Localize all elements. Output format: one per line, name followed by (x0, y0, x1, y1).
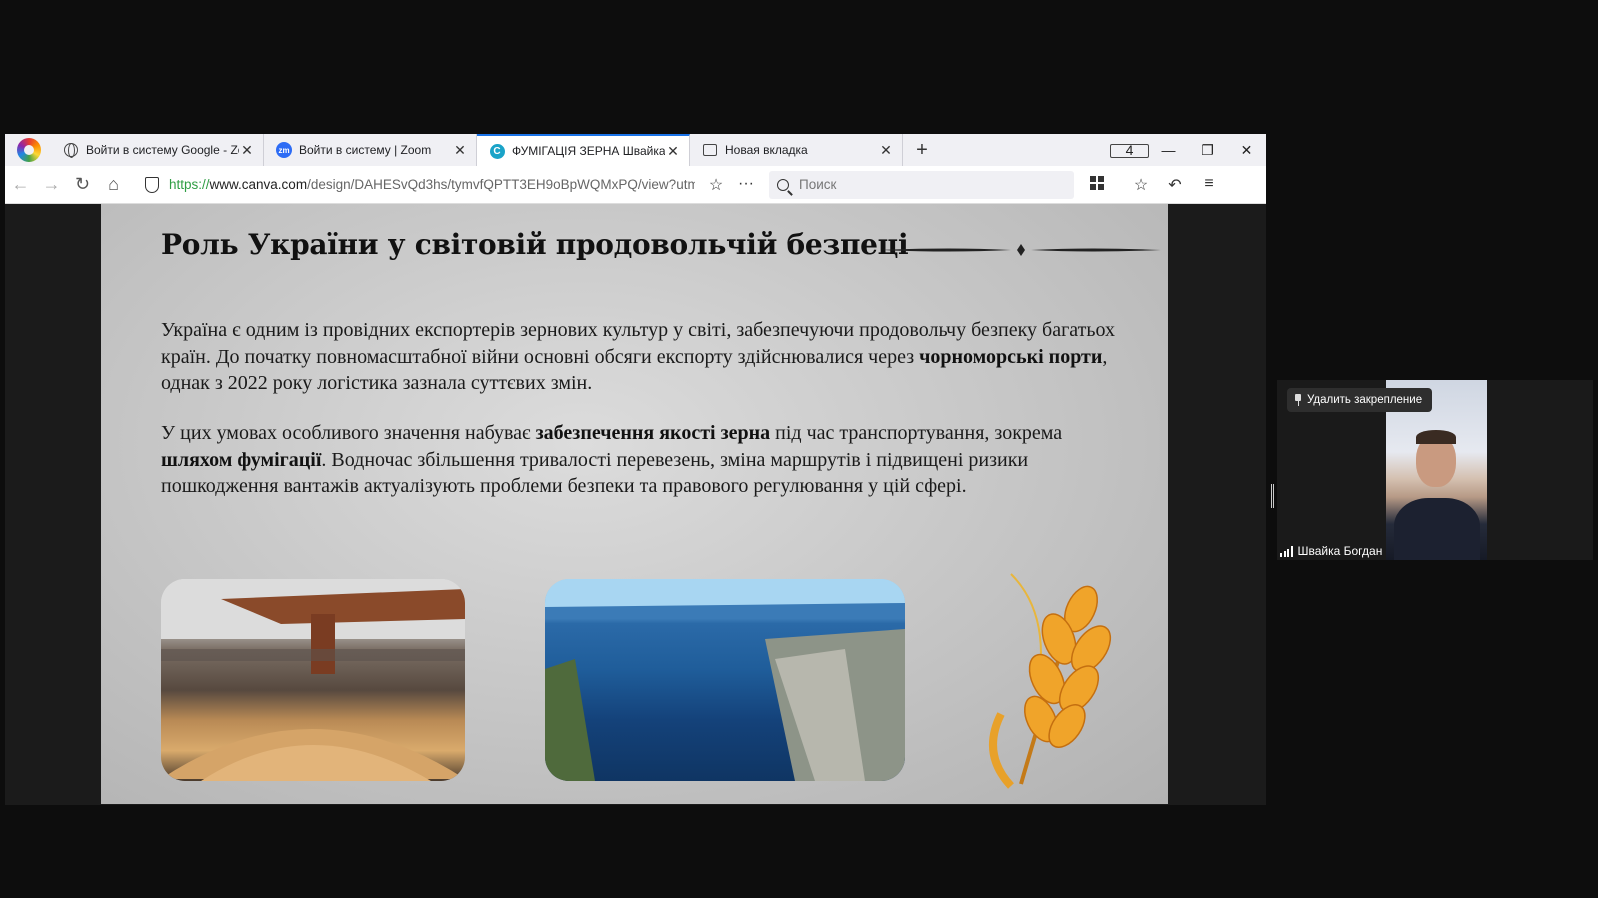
tab-counter-button[interactable]: 4 (1110, 142, 1149, 158)
bold-black-sea-ports: чорноморські порти (919, 345, 1103, 368)
tab-new-tab[interactable]: Новая вкладка ✕ (690, 134, 903, 166)
participant-name: Швайка Богдан (1297, 544, 1383, 558)
address-bar[interactable]: https://www.canva.com/design/DAHESvQd3hs… (139, 171, 761, 199)
search-input[interactable] (799, 177, 1059, 192)
tab-google-zoom-login[interactable]: Войти в систему Google - Zoom ✕ (51, 134, 264, 166)
tab-count: 4 (1110, 143, 1149, 158)
close-window-button[interactable]: ✕ (1227, 142, 1266, 159)
tab-bar: Войти в систему Google - Zoom ✕ zm Войти… (5, 134, 1266, 166)
tab-title: Войти в систему Google - Zoom (86, 143, 239, 157)
signal-strength-icon (1280, 545, 1293, 557)
pin-icon (1294, 394, 1302, 406)
tab-title: Войти в систему | Zoom (299, 143, 432, 157)
close-icon[interactable]: ✕ (239, 142, 255, 159)
new-tab-button[interactable]: + (907, 139, 937, 162)
slide-paragraph-1: Україна є одним із провідних експортерів… (161, 319, 1116, 394)
zoom-icon: zm (276, 142, 292, 158)
bookmark-star-icon[interactable]: ☆ (701, 175, 731, 195)
search-icon (777, 178, 789, 191)
video-person-body (1394, 498, 1480, 560)
toolbar-buttons: ☆ ↶ ≡ (1090, 175, 1226, 195)
tab-title: ФУМІГАЦІЯ ЗЕРНА Швайка Богдан (512, 144, 665, 158)
close-icon[interactable]: ✕ (452, 142, 468, 159)
slide-paragraph-2: У цих умовах особливого значення набуває… (161, 422, 1063, 497)
undo-icon[interactable]: ↶ (1158, 175, 1192, 195)
bold-fumigation: шляхом фумігації (161, 448, 322, 471)
shield-icon[interactable] (145, 176, 159, 193)
slide-title: Роль України у світовій продовольчій без… (161, 228, 909, 261)
close-icon[interactable]: ✕ (878, 142, 894, 159)
bold-grain-quality: забезпечення якості зерна (535, 422, 771, 444)
tab-canva-fumigation[interactable]: C ФУМІГАЦІЯ ЗЕРНА Швайка Богдан ✕ (477, 134, 690, 166)
panel-resize-handle[interactable] (1271, 484, 1274, 508)
menu-icon[interactable]: ≡ (1192, 175, 1226, 195)
unpin-label: Удалить закрепление (1307, 394, 1423, 406)
video-person-hair (1416, 430, 1456, 444)
favorites-icon[interactable]: ☆ (1124, 175, 1158, 195)
more-actions-icon[interactable]: ··· (731, 175, 761, 195)
apps-grid-icon[interactable] (1090, 175, 1124, 195)
navigation-bar: ← → ↻ ⌂ https://www.canva.com/design/DAH… (5, 166, 1266, 204)
tab-zoom-login[interactable]: zm Войти в систему | Zoom ✕ (264, 134, 477, 166)
zoom-participant-panel: Удалить закрепление Швайка Богдан (1277, 380, 1593, 560)
unpin-button[interactable]: Удалить закрепление (1287, 388, 1433, 412)
search-field[interactable] (769, 170, 1074, 199)
back-button[interactable]: ← (5, 174, 36, 195)
participant-name-label: Швайка Богдан (1280, 544, 1382, 558)
grain-loading-photo (161, 579, 465, 781)
forward-button[interactable]: → (36, 174, 67, 195)
restore-button[interactable]: ❐ (1188, 142, 1227, 159)
sea-port-photo (545, 579, 905, 781)
url-text[interactable]: https://www.canva.com/design/DAHESvQd3hs… (169, 177, 695, 192)
newtab-icon (702, 142, 718, 158)
canva-icon: C (489, 143, 505, 159)
close-icon[interactable]: ✕ (665, 143, 681, 160)
reload-button[interactable]: ↻ (67, 174, 98, 195)
minimize-button[interactable]: — (1149, 142, 1188, 158)
url-actions: ☆ ··· (701, 175, 761, 195)
decorative-divider-icon (881, 244, 1161, 256)
globe-icon (63, 142, 79, 158)
browser-logo-icon[interactable] (17, 138, 41, 162)
home-button[interactable]: ⌂ (98, 174, 129, 195)
presentation-slide: Роль України у світовій продовольчій без… (101, 204, 1168, 804)
window-controls: 4 — ❐ ✕ (1110, 134, 1266, 166)
tab-title: Новая вкладка (725, 143, 808, 157)
wheat-ear-icon (989, 573, 1112, 789)
